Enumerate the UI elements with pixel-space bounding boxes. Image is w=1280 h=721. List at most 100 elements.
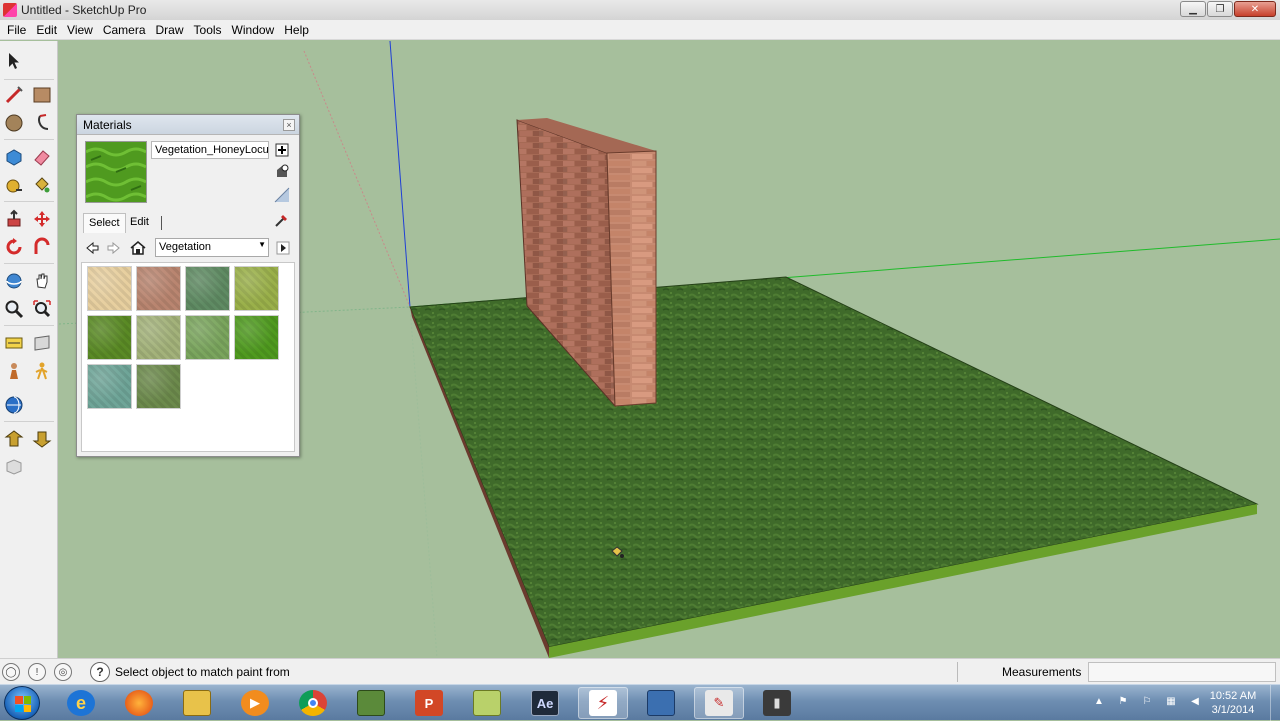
share-model-icon[interactable] bbox=[30, 427, 54, 451]
swatch-vegetation-6[interactable] bbox=[136, 315, 181, 360]
extension-warehouse-icon[interactable] bbox=[2, 455, 26, 479]
style-builder-icon[interactable]: ✎ bbox=[694, 687, 744, 719]
measurements-label: Measurements bbox=[1002, 665, 1082, 679]
paint-bucket-icon[interactable] bbox=[30, 173, 54, 197]
menu-draw[interactable]: Draw bbox=[151, 23, 189, 37]
large-tool-set bbox=[0, 41, 58, 658]
windows-logo-icon bbox=[15, 696, 31, 712]
credits-icon[interactable]: ! bbox=[28, 663, 46, 681]
clock-date: 3/1/2014 bbox=[1211, 704, 1255, 716]
swatch-vegetation-4[interactable] bbox=[234, 266, 279, 311]
status-bar: ◯ ! ◎ ? Select object to match paint fro… bbox=[0, 658, 1280, 684]
status-divider bbox=[957, 662, 958, 682]
rotate-icon[interactable] bbox=[2, 235, 26, 259]
tab-edit[interactable]: Edit bbox=[125, 213, 154, 233]
select-tool-icon[interactable] bbox=[2, 49, 26, 73]
chrome-icon[interactable] bbox=[288, 687, 338, 719]
create-material-icon[interactable] bbox=[273, 163, 291, 181]
clock[interactable]: 10:52 AM 3/1/2014 bbox=[1200, 689, 1266, 717]
menu-file[interactable]: File bbox=[2, 23, 31, 37]
tray-expand-icon[interactable]: ▲ bbox=[1092, 696, 1106, 710]
tab-select[interactable]: Select bbox=[83, 213, 126, 233]
menu-camera[interactable]: Camera bbox=[98, 23, 151, 37]
materials-title-text: Materials bbox=[83, 117, 132, 132]
maximize-button[interactable]: ❐ bbox=[1207, 1, 1233, 17]
push-pull-icon[interactable] bbox=[2, 207, 26, 231]
paint-tool-icon[interactable]: ▮ bbox=[752, 687, 802, 719]
notepad-icon[interactable] bbox=[462, 687, 512, 719]
swatch-vegetation-8[interactable] bbox=[234, 315, 279, 360]
network-icon[interactable]: ▦ bbox=[1164, 696, 1178, 710]
geolocation-icon[interactable]: ◯ bbox=[2, 663, 20, 681]
swatch-vegetation-7[interactable] bbox=[185, 315, 230, 360]
menu-edit[interactable]: Edit bbox=[31, 23, 62, 37]
after-effects-icon[interactable]: Ae bbox=[520, 687, 570, 719]
move-icon[interactable] bbox=[30, 207, 54, 231]
sketchup-icon[interactable] bbox=[636, 687, 686, 719]
circle-tool-icon[interactable] bbox=[2, 111, 26, 135]
system-tray: ▲ ⚑ ⚐ ▦ ◀ bbox=[1086, 685, 1206, 721]
menu-window[interactable]: Window bbox=[227, 23, 280, 37]
rectangle-tool-icon[interactable] bbox=[30, 83, 54, 107]
position-camera-icon[interactable] bbox=[2, 359, 26, 383]
get-models-icon[interactable] bbox=[2, 427, 26, 451]
taskbar: e ▶ P Ae ⚡ ✎ ▮ ▲ ⚑ ⚐ ▦ ◀ 10:52 AM 3/1/20… bbox=[0, 684, 1280, 721]
measurements-input[interactable] bbox=[1088, 662, 1276, 682]
powerpoint-icon[interactable]: P bbox=[404, 687, 454, 719]
help-icon[interactable]: ? bbox=[90, 662, 110, 682]
firefox-icon[interactable] bbox=[114, 687, 164, 719]
material-swatch-grid bbox=[81, 262, 295, 452]
make-component-icon[interactable] bbox=[2, 145, 26, 169]
show-desktop-button[interactable] bbox=[1270, 685, 1280, 721]
tape-measure-icon[interactable] bbox=[2, 173, 26, 197]
arc-tool-icon[interactable] bbox=[30, 111, 54, 135]
window-controls: ▁ ❐ ✕ bbox=[1180, 1, 1276, 17]
internet-explorer-icon[interactable]: e bbox=[56, 687, 106, 719]
materials-panel: Materials × Vegetation_HoneyLocust Selec… bbox=[76, 114, 300, 457]
display-secondary-selection-icon[interactable] bbox=[273, 141, 291, 159]
window-title: Untitled - SketchUp Pro bbox=[21, 3, 147, 17]
media-player-icon[interactable]: ▶ bbox=[230, 687, 280, 719]
flag-icon[interactable]: ⚐ bbox=[1140, 696, 1154, 710]
menu-help[interactable]: Help bbox=[279, 23, 314, 37]
materials-title[interactable]: Materials bbox=[77, 115, 299, 135]
sketchup-layout-icon[interactable] bbox=[346, 687, 396, 719]
file-explorer-icon[interactable] bbox=[172, 687, 222, 719]
action-center-icon[interactable]: ⚑ bbox=[1116, 696, 1130, 710]
acrobat-icon[interactable]: ⚡ bbox=[578, 687, 628, 719]
material-name-field[interactable]: Vegetation_HoneyLocust bbox=[151, 141, 269, 159]
swatch-vegetation-3[interactable] bbox=[185, 266, 230, 311]
details-arrow-icon[interactable] bbox=[274, 239, 292, 257]
follow-me-icon[interactable] bbox=[30, 235, 54, 259]
sketchup-app-icon bbox=[3, 3, 17, 17]
materials-close-icon[interactable]: × bbox=[283, 119, 295, 131]
look-around-icon[interactable] bbox=[2, 393, 26, 417]
line-tool-icon[interactable] bbox=[2, 83, 26, 107]
text-tool-icon[interactable] bbox=[30, 331, 54, 355]
swatch-vegetation-9[interactable] bbox=[87, 364, 132, 409]
default-material-icon[interactable] bbox=[273, 186, 291, 204]
sample-paint-icon[interactable] bbox=[273, 211, 291, 229]
swatch-vegetation-5[interactable] bbox=[87, 315, 132, 360]
zoom-icon[interactable] bbox=[2, 297, 26, 321]
pan-icon[interactable] bbox=[30, 269, 54, 293]
menu-view[interactable]: View bbox=[62, 23, 98, 37]
walk-icon[interactable] bbox=[30, 359, 54, 383]
close-button[interactable]: ✕ bbox=[1234, 1, 1276, 17]
orbit-icon[interactable] bbox=[2, 269, 26, 293]
minimize-button[interactable]: ▁ bbox=[1180, 1, 1206, 17]
swatch-vegetation-10[interactable] bbox=[136, 364, 181, 409]
zoom-extents-icon[interactable] bbox=[30, 297, 54, 321]
user-icon[interactable]: ◎ bbox=[54, 663, 72, 681]
eraser-icon[interactable] bbox=[30, 145, 54, 169]
material-library-select[interactable]: Vegetation ▼ bbox=[155, 238, 269, 257]
start-button[interactable] bbox=[4, 686, 40, 720]
back-arrow-icon[interactable] bbox=[83, 239, 101, 257]
dimension-icon[interactable] bbox=[2, 331, 26, 355]
swatch-vegetation-2[interactable] bbox=[136, 266, 181, 311]
menu-tools[interactable]: Tools bbox=[189, 23, 227, 37]
dropdown-arrow-icon: ▼ bbox=[258, 240, 266, 249]
swatch-vegetation-1[interactable] bbox=[87, 266, 132, 311]
forward-arrow-icon[interactable] bbox=[105, 239, 123, 257]
home-icon[interactable] bbox=[129, 239, 147, 257]
